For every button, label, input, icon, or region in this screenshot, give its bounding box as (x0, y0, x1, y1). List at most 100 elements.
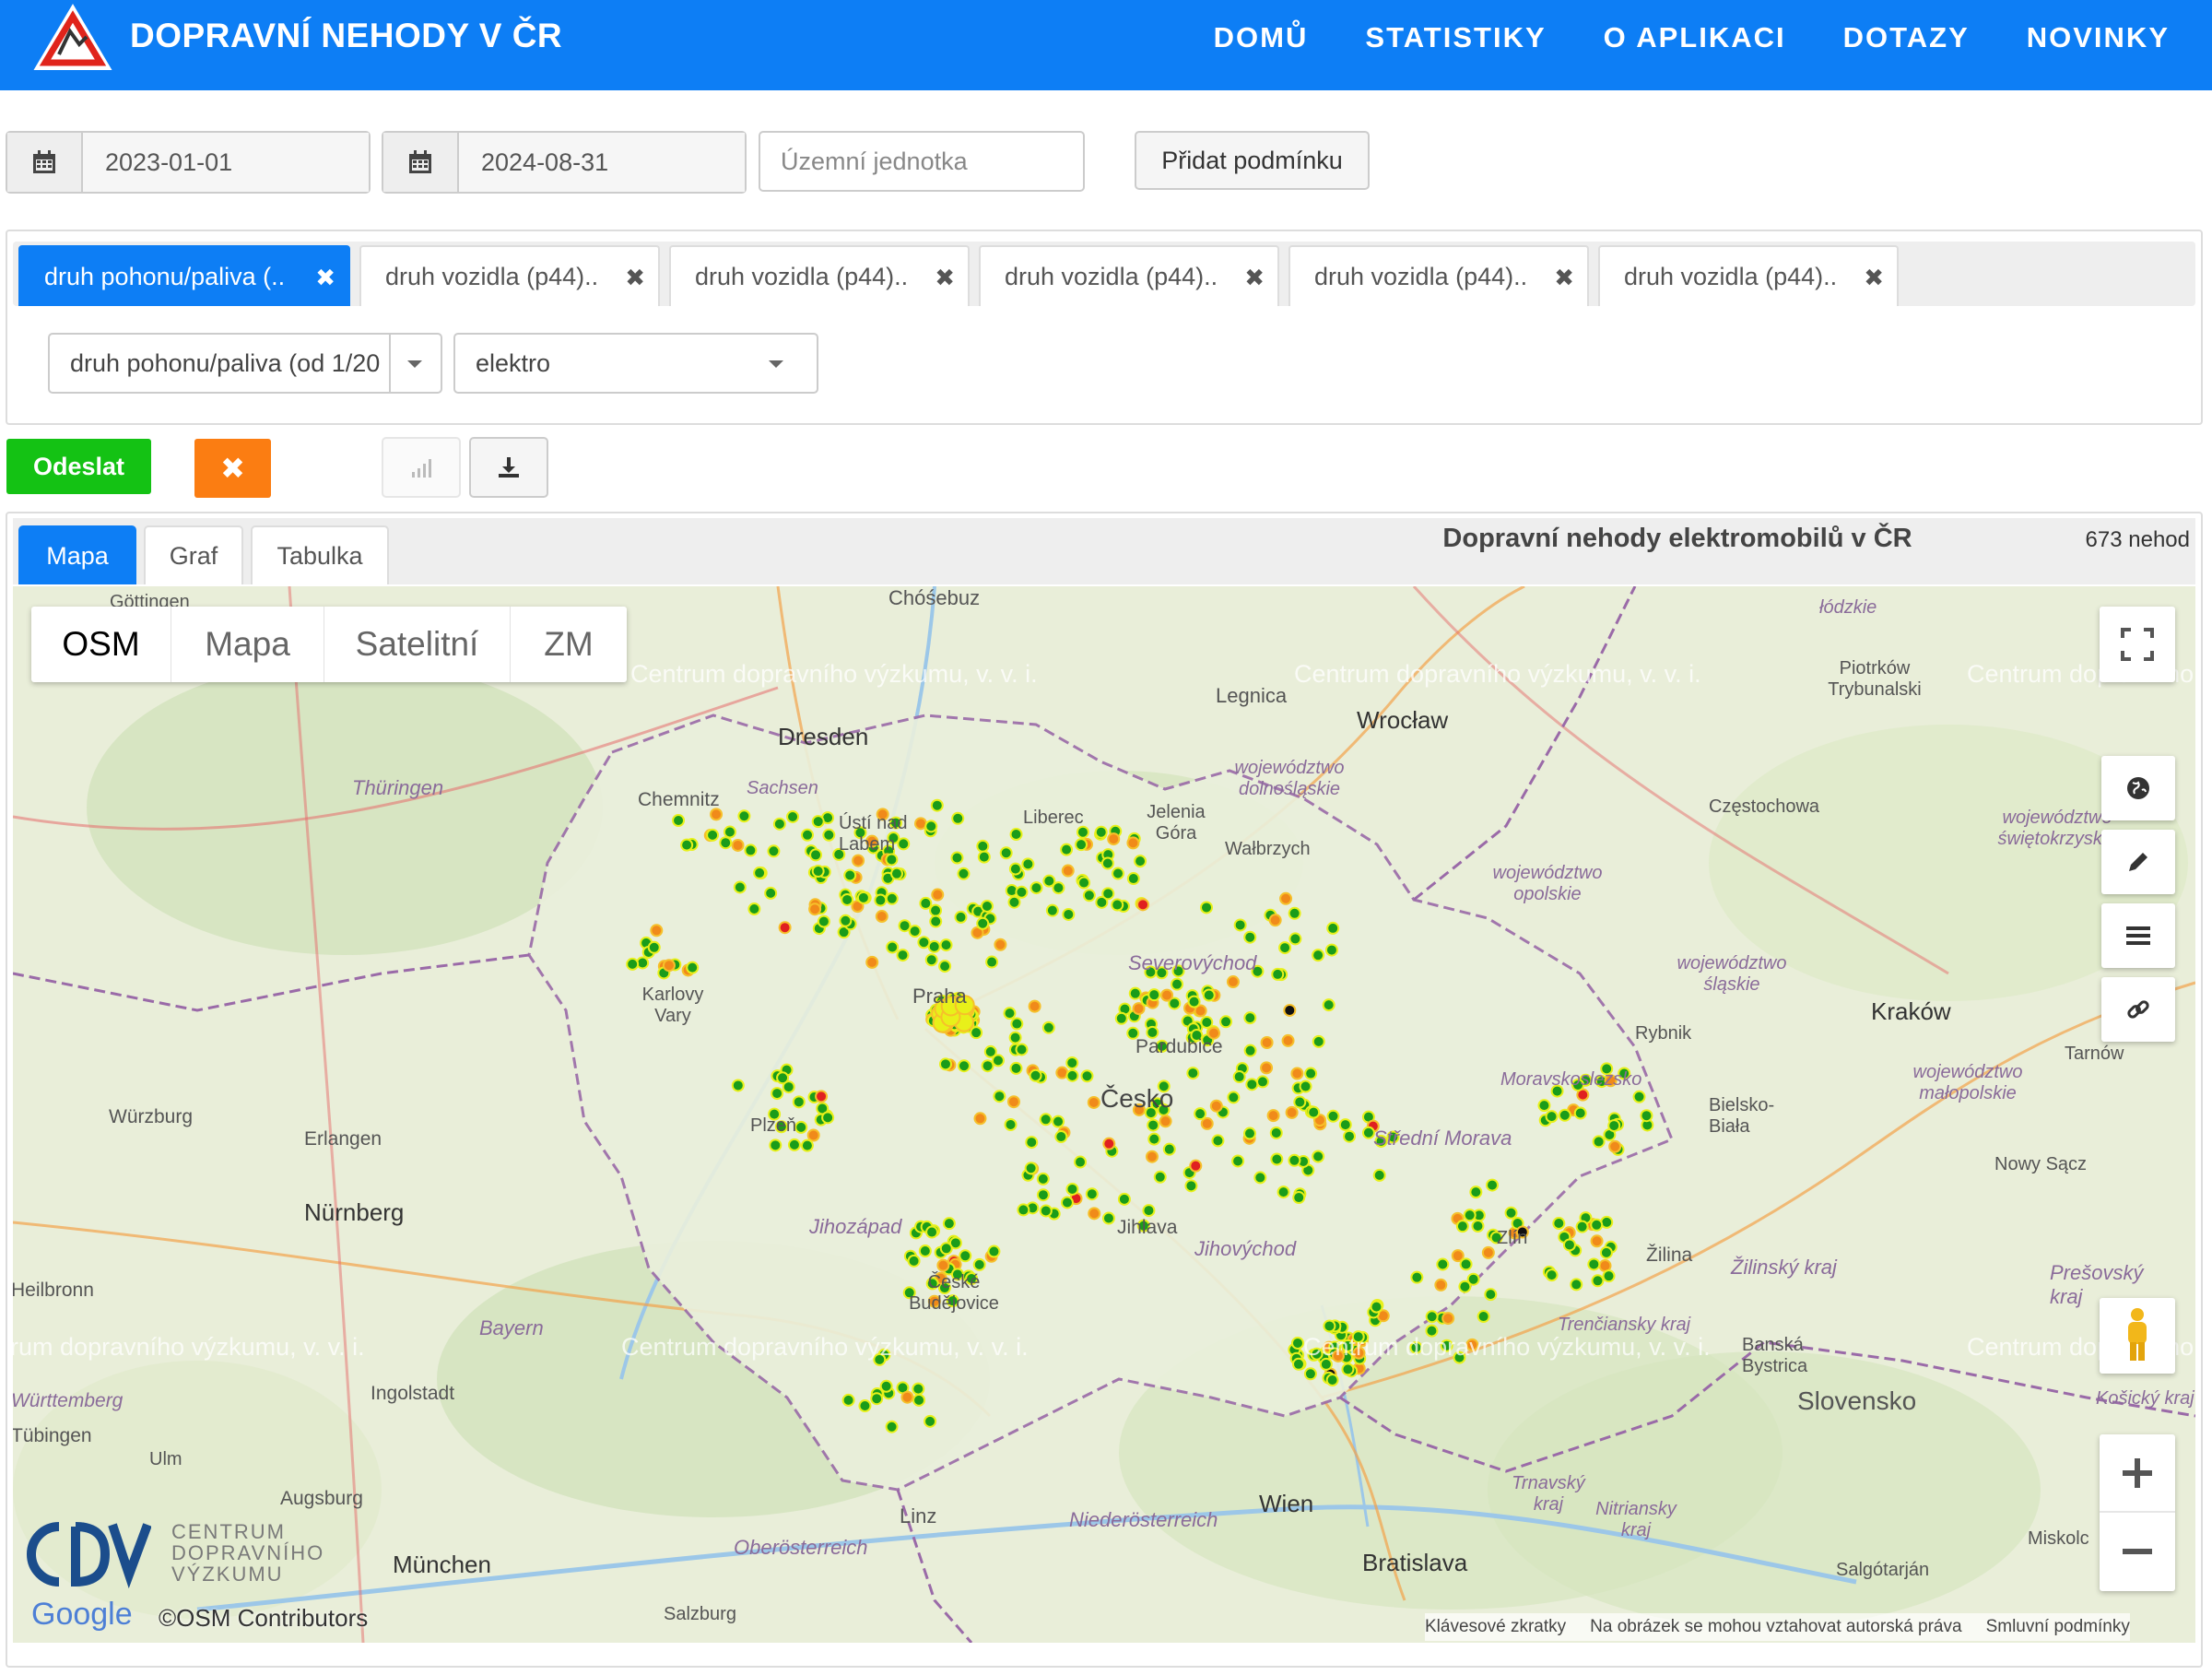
tab-table[interactable]: Tabulka (251, 525, 389, 584)
accident-marker[interactable] (626, 957, 640, 971)
accident-marker[interactable] (672, 814, 686, 828)
accident-marker[interactable] (1100, 856, 1114, 870)
accident-marker[interactable] (1162, 1142, 1176, 1156)
accident-marker[interactable] (925, 1225, 939, 1239)
accident-marker[interactable] (1312, 1150, 1325, 1163)
condition-tag[interactable]: druh pohonu/paliva (.. ✖ (18, 245, 350, 306)
accident-marker[interactable] (1159, 1115, 1172, 1128)
accident-marker[interactable] (1312, 1034, 1325, 1048)
fullscreen-button[interactable] (2100, 607, 2175, 682)
accident-marker[interactable] (1007, 895, 1021, 909)
accident-marker[interactable] (1545, 1268, 1559, 1282)
calendar-icon[interactable] (7, 133, 83, 192)
accident-marker[interactable] (1243, 1011, 1257, 1025)
streetview-button[interactable] (2100, 1298, 2175, 1374)
accident-marker[interactable] (1194, 1107, 1207, 1121)
accident-marker[interactable] (885, 853, 899, 867)
accident-marker[interactable] (957, 867, 971, 880)
layer-map[interactable]: Mapa (171, 607, 324, 682)
accident-marker[interactable] (885, 1420, 899, 1433)
accident-marker[interactable] (929, 903, 943, 917)
accident-marker[interactable] (954, 910, 968, 924)
accident-marker[interactable] (731, 1079, 745, 1092)
accident-marker[interactable] (731, 838, 745, 852)
accident-marker[interactable] (1202, 988, 1216, 1002)
accident-marker[interactable] (786, 809, 800, 823)
layer-zm[interactable]: ZM (511, 607, 627, 682)
accident-marker[interactable] (973, 1112, 987, 1126)
accident-marker[interactable] (875, 910, 888, 924)
cdv-logo[interactable]: CENTRUM DOPRAVNÍHO VÝZKUMU (22, 1517, 323, 1595)
condition-tag[interactable]: druh vozidla (p44).. ✖ (1598, 245, 1899, 306)
accident-marker[interactable] (1558, 1108, 1571, 1122)
accident-marker[interactable] (1219, 1015, 1233, 1029)
accident-marker[interactable] (778, 921, 792, 935)
accident-marker[interactable] (924, 1414, 937, 1428)
accident-marker[interactable] (1085, 1187, 1099, 1201)
layer-satellite[interactable]: Satelitní (324, 607, 511, 682)
accident-marker[interactable] (806, 1128, 820, 1142)
accident-marker[interactable] (1010, 1017, 1024, 1031)
accident-marker[interactable] (787, 1138, 801, 1151)
accident-marker[interactable] (1200, 901, 1214, 914)
accident-marker[interactable] (1562, 1238, 1576, 1252)
date-to-value[interactable]: 2024-08-31 (459, 133, 745, 192)
accident-marker[interactable] (1187, 995, 1201, 1009)
accident-marker[interactable] (772, 817, 786, 831)
accident-marker[interactable] (792, 1095, 806, 1109)
condition-tag[interactable]: druh vozidla (p44).. ✖ (359, 245, 660, 306)
accident-marker[interactable] (858, 1399, 872, 1413)
accident-marker[interactable] (1260, 1035, 1274, 1049)
accident-marker[interactable] (1171, 977, 1184, 991)
accident-marker[interactable] (1029, 1068, 1042, 1082)
accident-marker[interactable] (1632, 1090, 1646, 1103)
accident-marker[interactable] (1036, 1172, 1050, 1185)
accident-marker[interactable] (1039, 1113, 1053, 1126)
accident-marker[interactable] (1061, 864, 1075, 878)
accident-marker[interactable] (1293, 1095, 1307, 1109)
map-canvas[interactable] (13, 586, 2195, 1643)
close-icon[interactable]: ✖ (315, 264, 335, 292)
accident-marker[interactable] (1087, 1095, 1100, 1109)
accident-marker[interactable] (1036, 1188, 1050, 1202)
accident-marker[interactable] (930, 798, 944, 812)
accident-marker[interactable] (1504, 1206, 1518, 1220)
accident-marker[interactable] (1288, 1153, 1301, 1167)
date-from-value[interactable]: 2023-01-01 (83, 133, 369, 192)
accident-marker[interactable] (1009, 828, 1023, 842)
accident-marker[interactable] (822, 828, 836, 842)
accident-marker[interactable] (1570, 1278, 1583, 1292)
accident-marker[interactable] (764, 886, 778, 900)
accident-marker[interactable] (1136, 898, 1150, 912)
accident-marker[interactable] (1030, 881, 1043, 895)
accident-marker[interactable] (1039, 1204, 1053, 1218)
accident-marker[interactable] (769, 1138, 782, 1152)
accident-marker[interactable] (1042, 874, 1056, 888)
accident-marker[interactable] (843, 868, 857, 882)
accident-marker[interactable] (662, 959, 676, 973)
accident-marker[interactable] (918, 1244, 932, 1258)
accident-marker[interactable] (1245, 1078, 1259, 1091)
accident-marker[interactable] (924, 820, 938, 833)
accident-marker[interactable] (771, 1087, 784, 1101)
accident-marker[interactable] (1537, 1099, 1551, 1113)
accident-marker[interactable] (976, 916, 990, 930)
accident-marker[interactable] (976, 839, 990, 853)
accident-marker[interactable] (919, 896, 933, 910)
accident-marker[interactable] (999, 846, 1013, 860)
accident-marker[interactable] (747, 902, 761, 916)
accident-marker[interactable] (1608, 1139, 1622, 1153)
accident-marker[interactable] (1021, 857, 1035, 871)
accident-marker[interactable] (1271, 967, 1285, 981)
accident-marker[interactable] (1017, 1203, 1030, 1217)
keyboard-shortcuts-link[interactable]: Klávesové zkratky (1425, 1617, 1566, 1637)
accident-marker[interactable] (1003, 1007, 1017, 1020)
accident-marker[interactable] (841, 1393, 855, 1407)
accident-marker[interactable] (1186, 1067, 1200, 1080)
accident-marker[interactable] (924, 953, 938, 967)
accident-marker[interactable] (1545, 1110, 1559, 1124)
accident-marker[interactable] (970, 1026, 983, 1040)
accident-marker[interactable] (1055, 1066, 1069, 1079)
accident-marker[interactable] (1147, 1132, 1161, 1146)
accident-marker[interactable] (985, 955, 999, 969)
